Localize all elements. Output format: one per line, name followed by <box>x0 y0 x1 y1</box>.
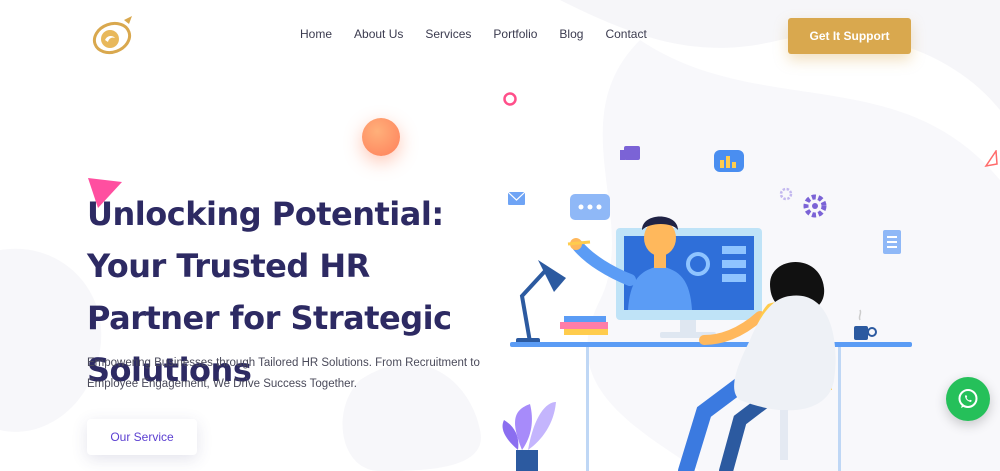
decorative-ring <box>503 92 517 106</box>
main-nav: Home About Us Services Portfolio Blog Co… <box>300 27 669 41</box>
hero-subtitle: Empowering Businesses through Tailored H… <box>87 357 480 390</box>
plant <box>502 402 556 471</box>
document-icon <box>883 230 901 254</box>
nav-portfolio[interactable]: Portfolio <box>493 27 537 41</box>
decorative-orb <box>362 118 400 156</box>
logo[interactable] <box>88 14 138 58</box>
gear-icon <box>779 187 827 218</box>
coffee-cup <box>854 309 877 340</box>
whatsapp-button[interactable] <box>946 377 990 421</box>
our-service-button[interactable]: Our Service <box>87 419 197 455</box>
get-support-button[interactable]: Get It Support <box>788 18 911 54</box>
nav-home[interactable]: Home <box>300 27 332 41</box>
decorative-triangle-outline <box>984 150 998 168</box>
chat-icon <box>570 194 610 220</box>
nav-contact[interactable]: Contact <box>605 27 646 41</box>
nav-about-us[interactable]: About Us <box>354 27 403 41</box>
desk-lamp <box>516 260 566 344</box>
hero-illustration <box>502 146 912 471</box>
whatsapp-icon <box>958 389 978 408</box>
books <box>560 316 608 335</box>
nav-services[interactable]: Services <box>425 27 471 41</box>
nav-blog[interactable]: Blog <box>559 27 583 41</box>
thumbs-up-icon <box>620 146 640 160</box>
mail-icon <box>507 191 526 205</box>
chart-icon <box>714 150 744 172</box>
